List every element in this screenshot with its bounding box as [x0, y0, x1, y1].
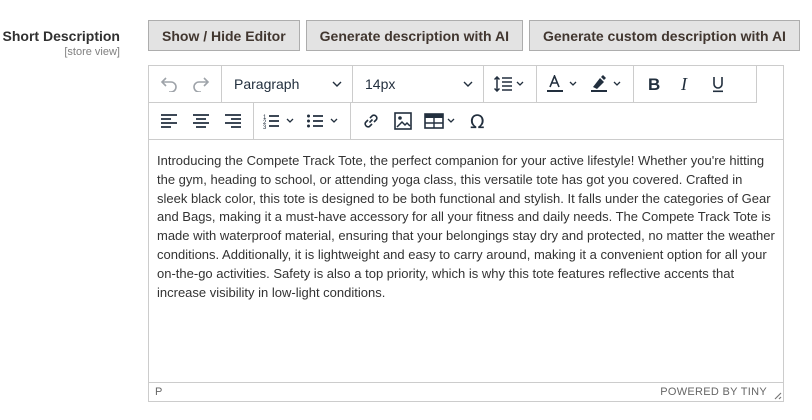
svg-text:3: 3	[263, 125, 267, 129]
rich-text-editor: Paragraph 14px B I 1 2 3 Ω Introducing t…	[148, 65, 784, 402]
line-height-group	[484, 66, 537, 102]
image-icon[interactable]	[387, 107, 419, 135]
bullet-list-icon[interactable]	[302, 107, 346, 135]
line-height-icon[interactable]	[488, 70, 532, 98]
redo-icon[interactable]	[185, 70, 217, 98]
text-color-icon[interactable]	[541, 70, 585, 98]
store-view-scope: [store view]	[64, 46, 120, 58]
underline-icon[interactable]	[702, 70, 734, 98]
font-size-select[interactable]: 14px	[353, 66, 484, 102]
insert-group: Ω	[351, 103, 499, 139]
color-group	[537, 66, 634, 102]
highlight-color-icon[interactable]	[585, 70, 629, 98]
block-format-select[interactable]: Paragraph	[222, 66, 353, 102]
block-format-value: Paragraph	[234, 76, 300, 92]
align-center-icon[interactable]	[185, 107, 217, 135]
resize-handle-icon[interactable]	[772, 390, 782, 400]
list-group: 123	[254, 103, 351, 139]
generate-ai-description-button[interactable]: Generate description with AI	[305, 20, 523, 51]
toolbar-row-1: Paragraph 14px B I	[149, 66, 757, 103]
chevron-down-icon	[332, 81, 342, 87]
element-path[interactable]: P	[155, 386, 162, 398]
alignment-group	[149, 103, 254, 139]
table-icon[interactable]	[419, 107, 463, 135]
svg-text:I: I	[680, 76, 688, 92]
short-description-label: Short Description	[2, 28, 120, 44]
description-paragraph[interactable]: Introducing the Compete Track Tote, the …	[157, 152, 775, 302]
link-icon[interactable]	[355, 107, 387, 135]
italic-icon[interactable]: I	[670, 70, 702, 98]
show-hide-editor-button[interactable]: Show / Hide Editor	[148, 20, 300, 51]
align-left-icon[interactable]	[153, 107, 185, 135]
toolbar-row-2: 123 Ω	[149, 103, 783, 140]
chevron-down-icon	[463, 81, 473, 87]
align-right-icon[interactable]	[217, 107, 249, 135]
field-label: Short Description [store view]	[3, 28, 120, 58]
special-character-icon[interactable]: Ω	[463, 107, 495, 135]
generate-custom-ai-description-button[interactable]: Generate custom description with AI	[528, 20, 800, 51]
font-size-value: 14px	[365, 76, 396, 92]
undo-icon[interactable]	[153, 70, 185, 98]
formatting-group: B I	[634, 66, 738, 102]
numbered-list-icon[interactable]: 123	[258, 107, 302, 135]
svg-text:B: B	[648, 76, 660, 92]
editor-content[interactable]: Introducing the Compete Track Tote, the …	[149, 140, 783, 382]
editor-actions: Show / Hide Editor Generate description …	[148, 20, 800, 51]
editor-statusbar: P POWERED BY TINY	[149, 382, 783, 401]
svg-text:Ω: Ω	[470, 112, 485, 130]
powered-by-tiny-link[interactable]: POWERED BY TINY	[660, 386, 767, 398]
bold-icon[interactable]: B	[638, 70, 670, 98]
history-group	[149, 66, 222, 102]
